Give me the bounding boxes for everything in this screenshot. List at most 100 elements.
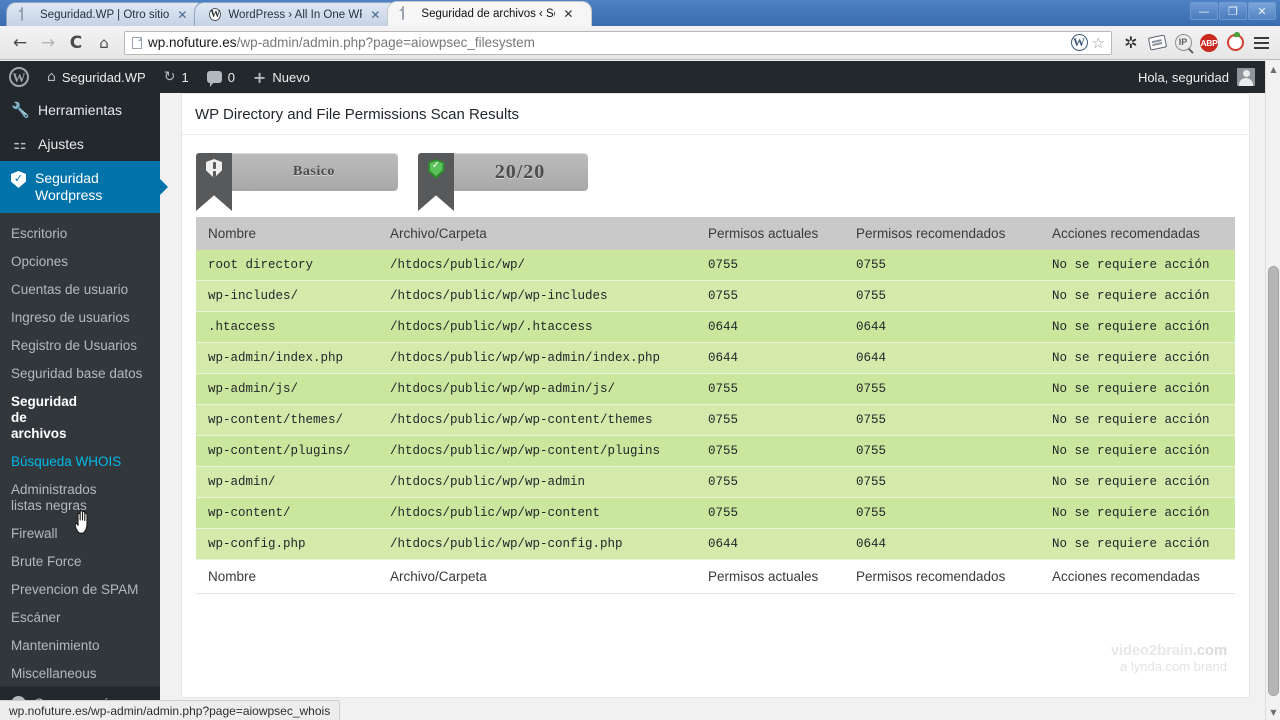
cell-nombre: wp-content/ (196, 497, 378, 529)
comments-menu[interactable]: 0 (198, 61, 244, 93)
cell-accion: No se requiere acción (1040, 435, 1235, 467)
browser-tab-3-active[interactable]: Seguridad de archivos ‹ Se ✕ (387, 1, 593, 26)
account-menu[interactable]: Hola, seguridad (1138, 68, 1265, 86)
sidebar-item-escaner[interactable]: Escáner (0, 604, 160, 632)
sidebar-item-busqueda-whois[interactable]: Búsqueda WHOIS (0, 448, 160, 476)
notepad-icon[interactable] (1144, 30, 1170, 56)
comment-icon (206, 71, 222, 87)
cell-accion: No se requiere acción (1040, 373, 1235, 405)
sidebar-item-miscellaneous[interactable]: Miscellaneous (0, 660, 160, 688)
sidebar-item-brute-force[interactable]: Brute Force (0, 548, 160, 576)
table-row: wp-admin/ /htdocs/public/wp/wp-admin 075… (196, 466, 1235, 498)
gear-icon[interactable]: ✲ (1118, 30, 1144, 56)
sidebar-item-prevencion-de-spam[interactable]: Prevencion de SPAM (0, 576, 160, 604)
sidebar-item-label: Herramientas (38, 102, 123, 118)
sidebar-item-firewall[interactable]: Firewall (0, 520, 160, 548)
greeting-label: Hola, seguridad (1137, 69, 1229, 85)
sidebar-item-herramientas[interactable]: 🔧 Herramientas (0, 93, 160, 127)
column-footer-permisos-recomendados[interactable]: Permisos recomendados (844, 559, 1040, 594)
sidebar-item-seguridad-de-archivos[interactable]: Seguridad de archivos (0, 388, 86, 448)
adblock-plus-icon[interactable]: ABP (1196, 30, 1222, 56)
close-icon[interactable]: ✕ (177, 9, 187, 21)
cell-permisos-recomendados: 0755 (844, 404, 1040, 436)
column-footer-nombre[interactable]: Nombre (196, 559, 378, 594)
status-badge-basico: Basico (196, 153, 398, 217)
site-name-label: Seguridad.WP (61, 69, 146, 85)
document-icon (402, 6, 415, 21)
browser-navigation-bar: ← → C ⌂ wp.nofuture.es/wp-admin/admin.ph… (0, 26, 1280, 60)
table-row: wp-admin/js/ /htdocs/public/wp/wp-admin/… (196, 373, 1235, 405)
cell-ruta: /htdocs/public/wp/.htaccess (378, 311, 696, 343)
sidebar-item-seguridad-base-datos[interactable]: Seguridad base datos (0, 360, 160, 388)
browser-tab-2[interactable]: W WordPress › All In One WP ✕ (194, 2, 400, 26)
table-row: wp-admin/index.php /htdocs/public/wp/wp-… (196, 342, 1235, 374)
cell-permisos-actuales: 0644 (696, 528, 844, 560)
cell-ruta: /htdocs/public/wp/wp-admin (378, 466, 696, 498)
document-icon (21, 6, 34, 22)
cell-permisos-recomendados: 0755 (844, 280, 1040, 312)
column-header-permisos-recomendados[interactable]: Permisos recomendados (844, 217, 1040, 250)
minimize-button[interactable]: — (1190, 2, 1218, 20)
back-icon[interactable]: ← (6, 30, 34, 56)
sidebar-item-cuentas-de-usuario[interactable]: Cuentas de usuario (0, 276, 160, 304)
column-header-archivo-carpeta[interactable]: Archivo/Carpeta (378, 217, 696, 250)
scan-badges: Basico 20/20 (182, 135, 1249, 217)
wp-logo-menu[interactable]: W (0, 61, 38, 93)
column-header-acciones-recomendadas[interactable]: Acciones recomendadas (1040, 217, 1235, 250)
admin-sidebar: 🔧 Herramientas ⚏ Ajustes Seguridad Wordp… (0, 93, 168, 720)
close-window-button[interactable]: ✕ (1248, 2, 1276, 20)
address-bar[interactable]: wp.nofuture.es/wp-admin/admin.php?page=a… (124, 30, 1112, 55)
ip-lookup-icon[interactable]: IP (1170, 30, 1196, 56)
cell-accion: No se requiere acción (1040, 497, 1235, 529)
cell-ruta: /htdocs/public/wp/wp-config.php (378, 528, 696, 560)
close-icon[interactable]: ✕ (370, 9, 380, 21)
browser-tab-1[interactable]: Seguridad.WP | Otro sitio ✕ (6, 2, 207, 26)
sidebar-item-ingreso-de-usuarios[interactable]: Ingreso de usuarios (0, 304, 160, 332)
reload-icon[interactable]: C (62, 30, 90, 56)
column-header-permisos-actuales[interactable]: Permisos actuales (696, 217, 844, 250)
column-footer-permisos-actuales[interactable]: Permisos actuales (696, 559, 844, 594)
site-name-menu[interactable]: ⌂ Seguridad.WP (38, 61, 155, 93)
sidebar-item-mantenimiento[interactable]: Mantenimiento (0, 632, 160, 660)
cell-ruta: /htdocs/public/wp/wp-includes (378, 280, 696, 312)
tomato-timer-icon[interactable] (1222, 30, 1248, 56)
status-badge-label: 20/20 (494, 160, 546, 183)
ribbon-body: Basico (230, 153, 398, 191)
scan-results-table: Nombre Archivo/Carpeta Permisos actuales… (196, 217, 1235, 594)
table-row: wp-includes/ /htdocs/public/wp/wp-includ… (196, 280, 1235, 312)
sidebar-item-ajustes[interactable]: ⚏ Ajustes (0, 127, 160, 161)
bookmark-star-icon[interactable]: ☆ (1092, 34, 1105, 52)
sidebar-item-opciones[interactable]: Opciones (0, 248, 160, 276)
sidebar-item-seguridad-wordpress[interactable]: Seguridad Wordpress (0, 161, 168, 213)
column-footer-archivo-carpeta[interactable]: Archivo/Carpeta (378, 559, 696, 594)
page-scrollbar[interactable]: ▲ ▼ (1265, 61, 1280, 720)
maximize-button[interactable]: ❐ (1219, 2, 1247, 20)
cell-permisos-actuales: 0755 (696, 373, 844, 405)
shield-check-green-icon (427, 159, 445, 179)
cell-permisos-actuales: 0755 (696, 466, 844, 498)
updates-menu[interactable]: ↻ 1 (155, 61, 198, 93)
sidebar-item-escritorio[interactable]: Escritorio (0, 220, 160, 248)
wordpress-icon[interactable]: W (1070, 34, 1088, 51)
sidebar-item-administrados-listas-negras[interactable]: Administrados listas negras (0, 476, 140, 520)
forward-icon[interactable]: → (34, 30, 62, 56)
scan-results-table-wrapper: Nombre Archivo/Carpeta Permisos actuales… (182, 217, 1249, 594)
main-content-panel: WP Directory and File Permissions Scan R… (181, 93, 1250, 698)
new-label: Nuevo (272, 69, 310, 85)
cell-nombre: root directory (196, 250, 378, 281)
scroll-up-icon[interactable]: ▲ (1266, 61, 1280, 77)
chrome-menu-icon[interactable] (1248, 30, 1274, 56)
wordpress-logo-icon: W (9, 67, 29, 87)
home-icon[interactable]: ⌂ (90, 30, 118, 56)
sidebar-item-label: Seguridad Wordpress (35, 170, 103, 203)
column-header-nombre[interactable]: Nombre (196, 217, 378, 250)
close-icon[interactable]: ✕ (563, 8, 573, 20)
column-footer-acciones-recomendadas[interactable]: Acciones recomendadas (1040, 559, 1235, 594)
new-content-menu[interactable]: + Nuevo (244, 61, 319, 93)
cell-permisos-recomendados: 0755 (844, 466, 1040, 498)
scroll-down-icon[interactable]: ▼ (1266, 704, 1280, 720)
cell-permisos-actuales: 0755 (696, 404, 844, 436)
home-icon: ⌂ (47, 69, 56, 85)
sidebar-item-registro-de-usuarios[interactable]: Registro de Usuarios (0, 332, 160, 360)
scrollbar-thumb[interactable] (1268, 266, 1279, 696)
